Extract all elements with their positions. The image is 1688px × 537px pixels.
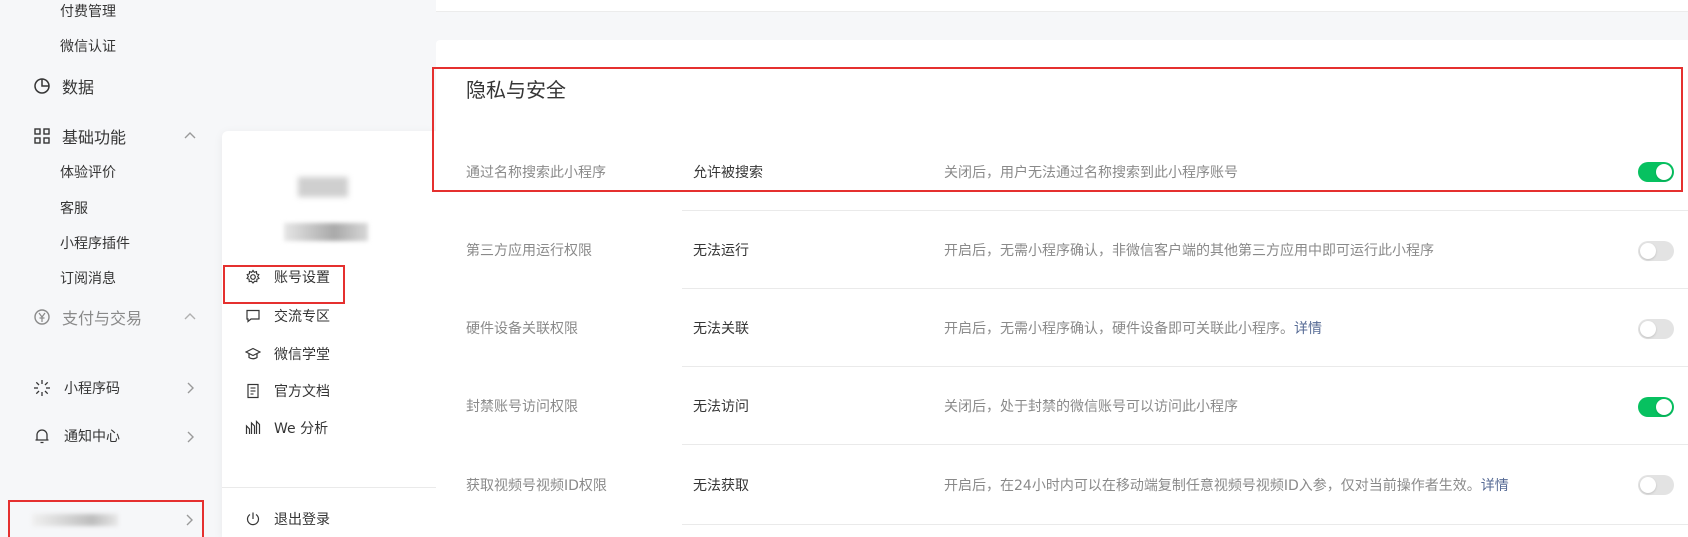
row-label-third-party: 第三方应用运行权限: [466, 243, 592, 259]
row-desc-banned-access: 关闭后，处于封禁的微信账号可以访问此小程序: [944, 399, 1238, 415]
avatar: [298, 177, 348, 197]
row-label-hardware: 硬件设备关联权限: [466, 321, 578, 337]
sidebar-item-qrcode[interactable]: 小程序码: [32, 378, 120, 398]
sidebar-item-subscribe[interactable]: 订阅消息: [60, 268, 116, 288]
sidebar-group-data[interactable]: 数据: [32, 74, 94, 98]
menu-logout-label: 退出登录: [274, 512, 330, 528]
account-popup-menu: 账号设置 交流专区 微信学堂 官方文档 We 分析 退出登录: [222, 131, 436, 537]
row-divider: [682, 210, 1688, 211]
row-value-video-id: 无法获取: [693, 478, 749, 494]
previous-card: [436, 0, 1688, 12]
menu-we-analytics[interactable]: We 分析: [244, 418, 328, 438]
highlight-privacy-section: [432, 67, 1683, 192]
account-name-redacted: [32, 514, 118, 526]
account-switcher[interactable]: [8, 500, 204, 537]
row-desc-hardware-text: 开启后，无需小程序确认，硬件设备即可关联此小程序。: [944, 321, 1294, 337]
row-label-video-id: 获取视频号视频ID权限: [466, 478, 607, 494]
analytics-icon: [244, 419, 262, 437]
toggle-knob: [1640, 321, 1656, 337]
row-divider: [682, 444, 1688, 445]
yen-circle-icon: [32, 307, 52, 327]
menu-divider: [222, 487, 436, 488]
sidebar-item-wechat-verify[interactable]: 微信认证: [60, 36, 116, 56]
toggle-banned-access[interactable]: [1638, 397, 1674, 417]
menu-community[interactable]: 交流专区: [244, 306, 330, 326]
highlight-account-settings: [223, 265, 345, 304]
menu-wechat-academy-label: 微信学堂: [274, 347, 330, 363]
sidebar-group-data-label: 数据: [62, 78, 95, 97]
menu-community-label: 交流专区: [274, 309, 330, 325]
toggle-third-party[interactable]: [1638, 241, 1674, 261]
row-divider: [682, 288, 1688, 289]
toggle-hardware[interactable]: [1638, 319, 1674, 339]
graduation-cap-icon: [244, 345, 262, 363]
row-value-hardware: 无法关联: [693, 321, 749, 337]
row-label-banned-access: 封禁账号访问权限: [466, 399, 578, 415]
sidebar-group-basic-label: 基础功能: [62, 128, 127, 147]
chevron-up-icon[interactable]: [182, 128, 198, 144]
details-link[interactable]: 详情: [1481, 478, 1509, 494]
chevron-right-icon[interactable]: [182, 380, 198, 396]
grid-icon: [32, 126, 52, 146]
chevron-right-icon: [182, 512, 196, 531]
qr-sun-icon: [32, 378, 52, 398]
sidebar-item-notifications[interactable]: 通知中心: [32, 426, 120, 446]
document-icon: [244, 382, 262, 400]
sidebar-item-billing[interactable]: 付费管理: [60, 1, 116, 21]
row-desc-video-id: 开启后，在24小时内可以在移动端复制任意视频号视频ID入参，仅对当前操作者生效。…: [944, 475, 1509, 495]
row-divider: [682, 366, 1688, 367]
sidebar-item-plugins[interactable]: 小程序插件: [60, 233, 130, 253]
sidebar-group-pay-label: 支付与交易: [62, 309, 143, 328]
row-value-banned-access: 无法访问: [693, 399, 749, 415]
bell-icon: [32, 426, 52, 446]
menu-official-docs[interactable]: 官方文档: [244, 381, 330, 401]
row-divider: [682, 524, 1688, 525]
sidebar-item-qrcode-label: 小程序码: [64, 381, 120, 397]
row-desc-video-id-text: 开启后，在24小时内可以在移动端复制任意视频号视频ID入参，仅对当前操作者生效。: [944, 478, 1481, 494]
toggle-knob: [1656, 399, 1672, 415]
sidebar-group-basic[interactable]: 基础功能: [32, 124, 126, 148]
sidebar-item-notifications-label: 通知中心: [64, 429, 120, 445]
menu-official-docs-label: 官方文档: [274, 384, 330, 400]
sidebar-item-service[interactable]: 客服: [60, 198, 88, 218]
toggle-knob: [1640, 243, 1656, 259]
details-link[interactable]: 详情: [1294, 321, 1322, 337]
sidebar-group-pay[interactable]: 支付与交易: [32, 305, 142, 329]
menu-wechat-academy[interactable]: 微信学堂: [244, 344, 330, 364]
menu-we-analytics-label: We 分析: [274, 421, 329, 437]
row-value-third-party: 无法运行: [693, 243, 749, 259]
menu-logout[interactable]: 退出登录: [244, 509, 330, 529]
chevron-up-icon[interactable]: [182, 309, 198, 325]
sidebar: 付费管理 微信认证 数据 基础功能 体验评价 客服 小程序插件 订阅消息 支付与…: [0, 0, 212, 537]
chevron-right-icon[interactable]: [182, 429, 198, 445]
power-icon: [244, 510, 262, 528]
sidebar-item-experience[interactable]: 体验评价: [60, 162, 116, 182]
row-desc-hardware: 开启后，无需小程序确认，硬件设备即可关联此小程序。详情: [944, 318, 1322, 338]
toggle-video-id[interactable]: [1638, 475, 1674, 495]
account-name-redacted: [284, 223, 368, 241]
chat-icon: [244, 307, 262, 325]
toggle-knob: [1640, 477, 1656, 493]
pie-chart-icon: [32, 76, 52, 96]
row-desc-third-party: 开启后，无需小程序确认，非微信客户端的其他第三方应用中即可运行此小程序: [944, 243, 1434, 259]
